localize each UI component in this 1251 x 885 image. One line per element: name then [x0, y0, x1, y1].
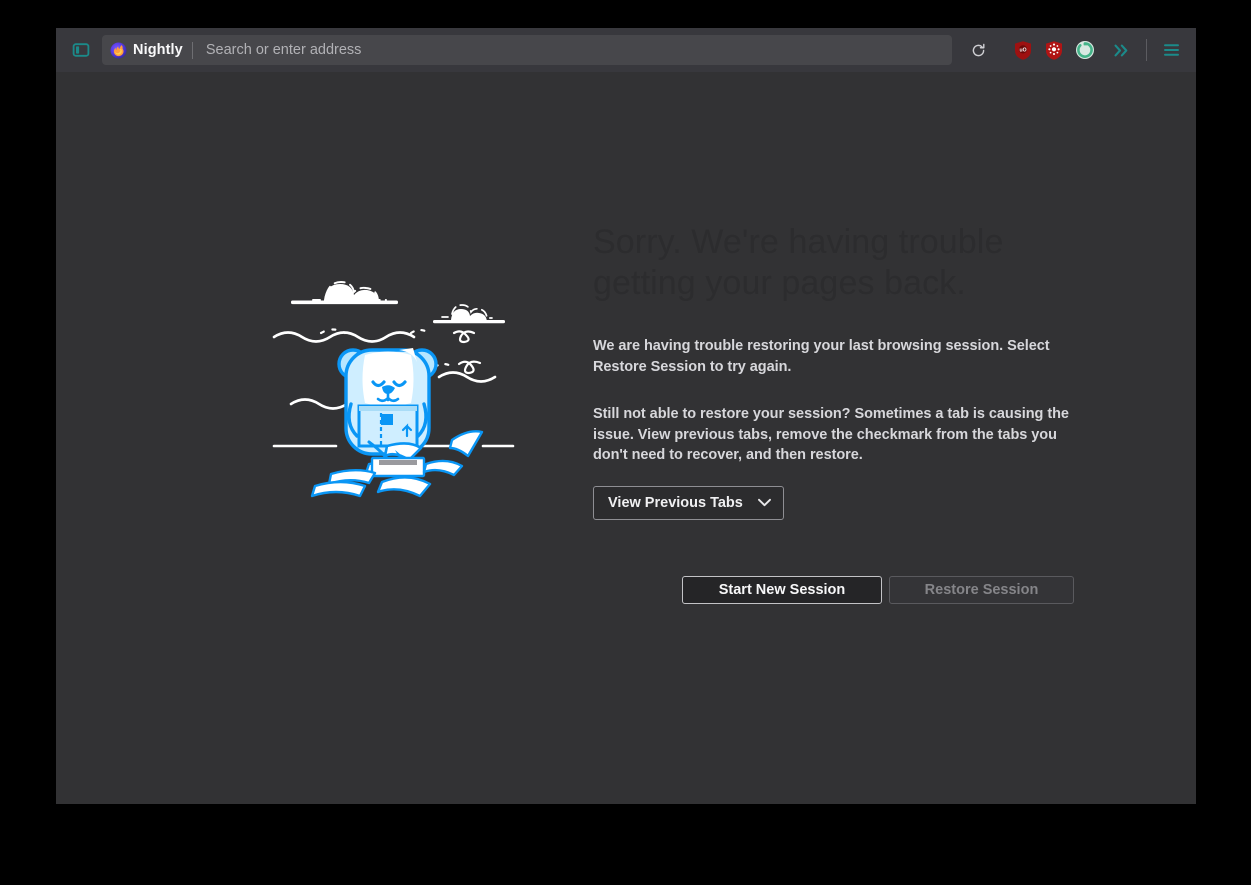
- app-menu-button[interactable]: [1156, 35, 1186, 65]
- firefox-nightly-logo-icon: [110, 42, 127, 58]
- reload-button[interactable]: [960, 35, 996, 65]
- error-paragraph-1: We are having trouble restoring your las…: [593, 337, 1050, 375]
- ublock-origin-extension-button[interactable]: uO: [1010, 37, 1036, 63]
- overflow-menu-button[interactable]: [1106, 35, 1136, 65]
- reload-icon: [972, 43, 984, 56]
- chevron-down-icon: [757, 499, 771, 507]
- brand-label: Nightly: [133, 42, 183, 58]
- green-circle-icon: [1076, 41, 1094, 59]
- polar-bear-illustration-svg: [272, 281, 515, 498]
- sidebar-toggle-button[interactable]: [66, 35, 96, 65]
- chevron-double-right-icon: [1113, 44, 1127, 56]
- start-new-session-button[interactable]: Start New Session: [682, 575, 882, 604]
- box-group: [357, 404, 419, 448]
- sidebar-icon: [72, 43, 90, 57]
- privacy-shield-icon: [1046, 40, 1062, 60]
- privacy-shield-extension-button[interactable]: [1041, 37, 1067, 63]
- browser-toolbar: Nightly uO: [56, 28, 1196, 72]
- browser-window: Nightly uO: [56, 28, 1196, 804]
- address-input[interactable]: [192, 35, 952, 65]
- brand-chip: Nightly: [102, 35, 192, 65]
- error-text-column: Sorry. We're having trouble getting your…: [593, 222, 1093, 604]
- svg-text:uO: uO: [1019, 47, 1026, 53]
- error-paragraph-2: Still not able to restore your session? …: [593, 406, 1069, 464]
- session-restore-error-page: Sorry. We're having trouble getting your…: [56, 72, 1196, 604]
- session-action-buttons: Start New Session Restore Session: [682, 575, 1093, 604]
- page-content: Sorry. We're having trouble getting your…: [56, 72, 1196, 804]
- view-previous-tabs-dropdown[interactable]: View Previous Tabs: [593, 485, 784, 520]
- extensions-group: uO: [998, 37, 1098, 63]
- clouds-group: [291, 281, 505, 324]
- address-bar[interactable]: Nightly: [102, 35, 952, 65]
- toolbar-separator: [1146, 39, 1147, 61]
- view-previous-tabs-label: View Previous Tabs: [608, 494, 743, 511]
- polar-bear-with-box-illustration: [269, 254, 539, 504]
- restore-session-button[interactable]: Restore Session: [889, 575, 1074, 604]
- green-circle-extension-button[interactable]: [1072, 37, 1098, 63]
- ublock-origin-shield-icon: uO: [1015, 40, 1031, 60]
- page-title: Sorry. We're having trouble getting your…: [593, 223, 1004, 303]
- screen: Nightly uO: [0, 0, 1251, 885]
- hamburger-menu-icon: [1163, 44, 1179, 56]
